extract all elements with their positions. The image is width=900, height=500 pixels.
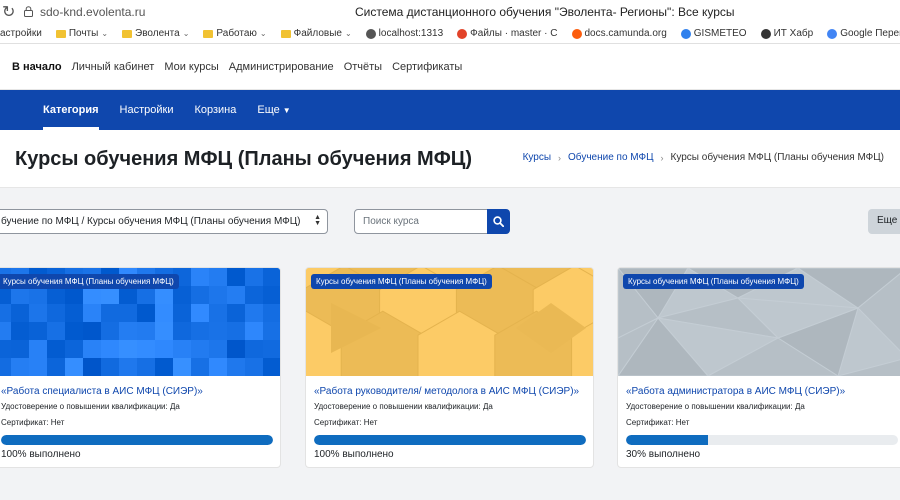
nav-dashboard[interactable]: Личный кабинет [72, 61, 155, 73]
course-certificate: Сертификат: Нет [1, 418, 65, 427]
address-bar[interactable]: sdo-knd.evolenta.ru [40, 5, 145, 19]
course-certificate: Сертификат: Нет [626, 418, 690, 427]
nav-certificates[interactable]: Сертификаты [392, 61, 462, 73]
bookmark-label: Почты [68, 28, 99, 39]
secondary-navigation: Категория Настройки Корзина Еще ▼ [0, 90, 900, 130]
reload-icon[interactable]: ↻ [2, 2, 15, 22]
search-icon [493, 216, 504, 227]
course-certificate: Сертификат: Нет [314, 418, 378, 427]
favicon-icon [760, 28, 771, 39]
course-qualification: Удостоверение о повышении квалификации: … [626, 402, 805, 411]
lock-icon [24, 6, 33, 17]
bookmark-item[interactable]: астройки [0, 28, 42, 39]
course-title-link[interactable]: «Работа специалиста в АИС МФЦ (СИЭР)» [1, 386, 203, 397]
favicon-icon [680, 28, 691, 39]
chevron-right-icon: › [660, 152, 664, 163]
chevron-down-icon: ⌄ [182, 29, 190, 38]
bookmarks-bar: астройки Почты ⌄ Эволента ⌄ Работаю ⌄ Файловые ⌄… [0, 24, 900, 44]
favicon-icon [827, 28, 838, 39]
chevron-down-icon: ⌄ [344, 29, 352, 38]
folder-icon [203, 29, 214, 38]
bookmark-item[interactable]: ИТ Хабр [760, 28, 814, 39]
progress-text: 30% выполнено [626, 449, 701, 460]
nav-my-courses[interactable]: Мои курсы [164, 61, 218, 73]
chevron-right-icon: › [558, 152, 562, 163]
tab-recycle-bin[interactable]: Корзина [194, 90, 236, 130]
breadcrumb: Курсы › Обучение по МФЦ › Курсы обучения… [523, 152, 884, 163]
progress-bar [314, 435, 586, 445]
course-card[interactable]: Курсы обучения МФЦ (Планы обучения МФЦ) … [305, 267, 594, 468]
progress-fill [626, 435, 708, 445]
select-arrows-icon: ▲ ▼ [314, 214, 321, 227]
window-title: Система дистанционного обучения "Эволент… [355, 5, 735, 19]
breadcrumb-mfc-training[interactable]: Обучение по МФЦ [568, 152, 653, 163]
page-header: Курсы обучения МФЦ (Планы обучения МФЦ) … [0, 130, 900, 188]
course-qualification: Удостоверение о повышении квалификации: … [314, 402, 493, 411]
bookmark-label: docs.camunda.org [584, 28, 667, 39]
bookmark-item[interactable]: Работаю ⌄ [203, 28, 267, 39]
progress-bar [1, 435, 273, 445]
bookmark-item[interactable]: Почты ⌄ [55, 28, 109, 39]
tab-category[interactable]: Категория [43, 90, 99, 130]
bookmark-item[interactable]: docs.camunda.org [571, 28, 667, 39]
primary-navigation: В начало Личный кабинет Мои курсы Админи… [0, 44, 900, 90]
bookmark-label: GISMETEO [693, 28, 747, 39]
category-badge: Курсы обучения МФЦ (Планы обучения МФЦ) [311, 274, 492, 289]
folder-icon [55, 29, 66, 38]
bookmark-label: Работаю [216, 28, 257, 39]
favicon-icon [571, 28, 582, 39]
folder-icon [122, 29, 133, 38]
nav-reports[interactable]: Отчёты [344, 61, 382, 73]
category-select[interactable]: бучение по МФЦ / Курсы обучения МФЦ (Пла… [0, 209, 328, 234]
bookmark-label: Файловые [293, 28, 342, 39]
bookmark-label: Файлы · master · С [470, 28, 558, 39]
progress-bar [626, 435, 898, 445]
nav-home[interactable]: В начало [12, 61, 62, 73]
bookmark-label: Google Переводч [840, 28, 900, 39]
bookmark-label: ИТ Хабр [773, 28, 814, 39]
bookmark-label: localhost:1313 [378, 28, 444, 39]
progress-fill [314, 435, 586, 445]
search-button[interactable] [487, 209, 510, 234]
category-badge: Курсы обучения МФЦ (Планы обучения МФЦ) [623, 274, 804, 289]
page-title: Курсы обучения МФЦ (Планы обучения МФЦ) [15, 148, 473, 170]
bookmark-label: астройки [0, 28, 42, 39]
chevron-down-icon: ▼ [282, 105, 291, 115]
search-input[interactable]: Поиск курса [354, 209, 488, 234]
progress-text: 100% выполнено [314, 449, 394, 460]
bookmark-item[interactable]: Файловые ⌄ [280, 28, 352, 39]
bookmark-item[interactable]: GISMETEO [680, 28, 747, 39]
tab-more[interactable]: Еще ▼ [257, 90, 290, 130]
progress-text: 100% выполнено [1, 449, 81, 460]
course-qualification: Удостоверение о повышении квалификации: … [1, 402, 180, 411]
category-badge: Курсы обучения МФЦ (Планы обучения МФЦ) [0, 274, 179, 289]
nav-administration[interactable]: Администрирование [229, 61, 334, 73]
bookmark-item[interactable]: localhost:1313 [365, 28, 444, 39]
bookmark-item[interactable]: Файлы · master · С [457, 28, 558, 39]
course-card[interactable]: Курсы обучения МФЦ (Планы обучения МФЦ) … [0, 267, 281, 468]
progress-fill [1, 435, 273, 445]
chevron-down-icon: ⌄ [259, 29, 267, 38]
favicon-icon [457, 28, 468, 39]
browser-toolbar: ↻ sdo-knd.evolenta.ru Система дистанцион… [0, 0, 900, 24]
bookmark-item[interactable]: Эволента ⌄ [122, 28, 189, 39]
bookmark-label: Эволента [135, 28, 180, 39]
course-title-link[interactable]: «Работа администратора в АИС МФЦ (СИЭР)» [626, 386, 845, 397]
breadcrumb-current: Курсы обучения МФЦ (Планы обучения МФЦ) [670, 152, 884, 163]
category-select-value: бучение по МФЦ / Курсы обучения МФЦ (Пла… [1, 216, 301, 227]
chevron-down-icon: ⌄ [101, 29, 109, 38]
more-button[interactable]: Еще [868, 209, 900, 234]
favicon-icon [365, 28, 376, 39]
folder-icon [280, 29, 291, 38]
tab-settings[interactable]: Настройки [120, 90, 174, 130]
course-card[interactable]: Курсы обучения МФЦ (Планы обучения МФЦ) … [617, 267, 900, 468]
course-title-link[interactable]: «Работа руководителя/ методолога в АИС М… [314, 386, 579, 397]
breadcrumb-courses[interactable]: Курсы [523, 152, 551, 163]
tab-more-label: Еще [257, 104, 280, 116]
bookmark-item[interactable]: Google Переводч [827, 28, 900, 39]
